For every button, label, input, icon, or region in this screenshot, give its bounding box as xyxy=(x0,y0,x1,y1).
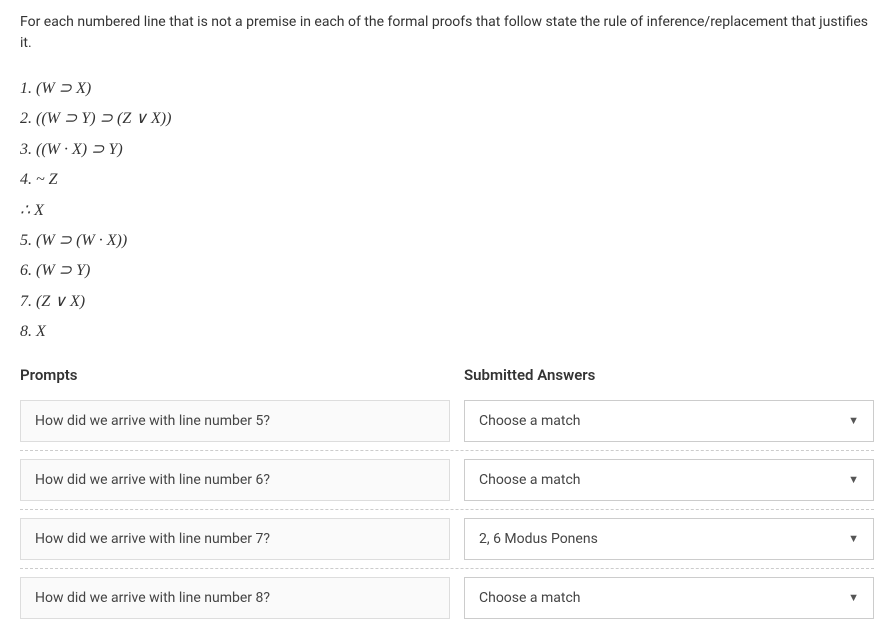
proof-line: ∴ X xyxy=(20,196,874,226)
prompt-box: How did we arrive with line number 8? xyxy=(20,577,450,619)
match-row: How did we arrive with line number 8? Ch… xyxy=(20,569,874,627)
prompt-box: How did we arrive with line number 6? xyxy=(20,459,450,501)
proof-line: 2. ((W ⊃ Y) ⊃ (Z ∨ X)) xyxy=(20,104,874,134)
proof-line: 3. ((W · X) ⊃ Y) xyxy=(20,135,874,165)
answer-select[interactable]: Choose a match ▼ xyxy=(464,459,874,501)
answer-text: 2, 6 Modus Ponens xyxy=(479,531,598,547)
answer-select[interactable]: 2, 6 Modus Ponens ▼ xyxy=(464,518,874,560)
answer-text: Choose a match xyxy=(479,472,581,488)
chevron-down-icon: ▼ xyxy=(848,414,859,427)
match-row: How did we arrive with line number 6? Ch… xyxy=(20,451,874,510)
proof-line: 5. (W ⊃ (W · X)) xyxy=(20,226,874,256)
prompt-box: How did we arrive with line number 7? xyxy=(20,518,450,560)
proof-line: 4. ~ Z xyxy=(20,165,874,195)
match-row: How did we arrive with line number 7? 2,… xyxy=(20,510,874,569)
prompt-text: How did we arrive with line number 8? xyxy=(35,590,270,606)
proof-line: 1. (W ⊃ X) xyxy=(20,74,874,104)
answer-text: Choose a match xyxy=(479,413,581,429)
instructions-text: For each numbered line that is not a pre… xyxy=(20,12,874,54)
prompt-text: How did we arrive with line number 7? xyxy=(35,531,270,547)
answer-select[interactable]: Choose a match ▼ xyxy=(464,400,874,442)
match-row: How did we arrive with line number 5? Ch… xyxy=(20,392,874,451)
answers-header: Submitted Answers xyxy=(464,366,874,384)
answer-text: Choose a match xyxy=(479,590,581,606)
prompts-header: Prompts xyxy=(20,366,450,384)
columns-header: Prompts Submitted Answers xyxy=(20,366,874,384)
chevron-down-icon: ▼ xyxy=(848,532,859,545)
prompt-text: How did we arrive with line number 5? xyxy=(35,413,270,429)
chevron-down-icon: ▼ xyxy=(848,591,859,604)
proof-line: 6. (W ⊃ Y) xyxy=(20,256,874,286)
match-rows: How did we arrive with line number 5? Ch… xyxy=(20,392,874,627)
answer-select[interactable]: Choose a match ▼ xyxy=(464,577,874,619)
prompt-text: How did we arrive with line number 6? xyxy=(35,472,270,488)
proof-line: 7. (Z ∨ X) xyxy=(20,287,874,317)
proof-line: 8. X xyxy=(20,317,874,347)
chevron-down-icon: ▼ xyxy=(848,473,859,486)
proof-lines-block: 1. (W ⊃ X) 2. ((W ⊃ Y) ⊃ (Z ∨ X)) 3. ((W… xyxy=(20,74,874,348)
prompt-box: How did we arrive with line number 5? xyxy=(20,400,450,442)
